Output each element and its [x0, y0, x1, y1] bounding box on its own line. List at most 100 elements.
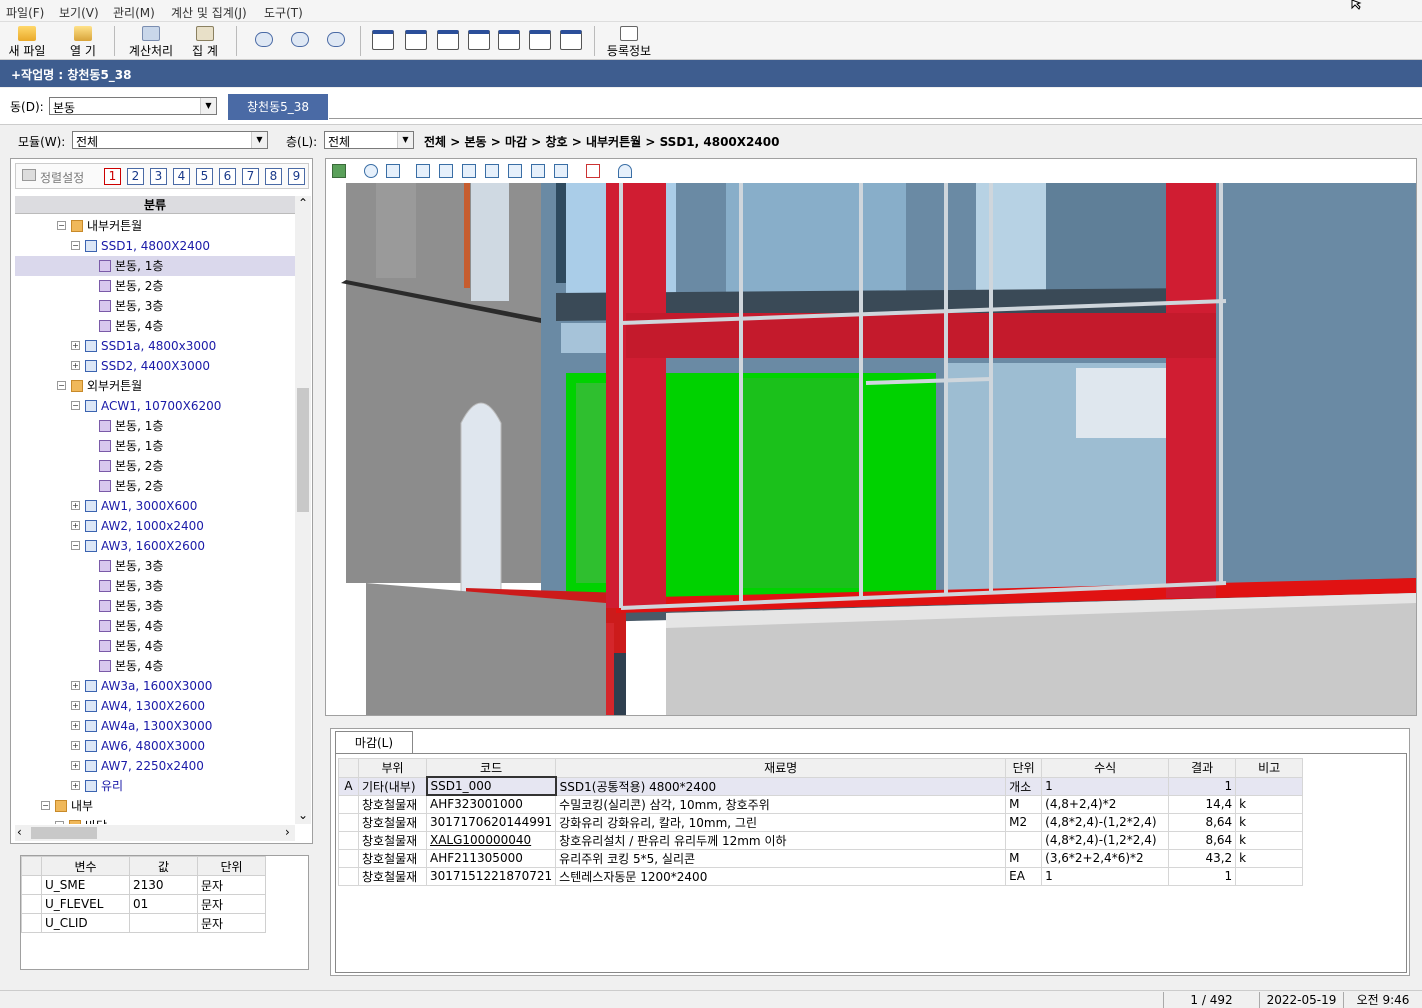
- material-result[interactable]: 43,2: [1168, 848, 1237, 868]
- tree-item[interactable]: 본동, 4층: [15, 636, 295, 656]
- material-code[interactable]: AHF323001000: [425, 794, 557, 814]
- scroll-right-icon[interactable]: ›: [285, 825, 290, 839]
- material-name[interactable]: 유리주위 코킹 5*5, 실리콘: [555, 848, 1007, 868]
- material-unit[interactable]: EA: [1005, 866, 1043, 886]
- chevron-down-icon[interactable]: ▼: [397, 132, 413, 148]
- collapse-icon[interactable]: −: [71, 541, 80, 550]
- model-viewer[interactable]: [325, 158, 1417, 716]
- sort-level-6-button[interactable]: 6: [219, 168, 236, 185]
- material-result[interactable]: 8,64: [1168, 812, 1237, 832]
- expand-icon[interactable]: +: [71, 681, 80, 690]
- reg-info-button[interactable]: 등록정보: [602, 24, 656, 58]
- material-unit[interactable]: [1005, 830, 1043, 850]
- tree-item[interactable]: + AW6, 4800X3000: [15, 736, 295, 756]
- scroll-left-icon[interactable]: ‹: [17, 825, 22, 839]
- tree-item[interactable]: 본동, 2층: [15, 456, 295, 476]
- expand-icon[interactable]: +: [71, 741, 80, 750]
- collapse-icon[interactable]: −: [57, 221, 66, 230]
- tree-vscrollbar[interactable]: ⌃ ⌄: [295, 196, 311, 824]
- expand-icon[interactable]: +: [71, 341, 80, 350]
- material-result[interactable]: 1: [1168, 776, 1237, 796]
- variable-value[interactable]: [129, 913, 198, 933]
- pan-icon[interactable]: [386, 164, 400, 178]
- material-formula[interactable]: 1: [1041, 776, 1170, 796]
- collapse-icon[interactable]: −: [57, 381, 66, 390]
- material-mark[interactable]: A: [338, 776, 359, 796]
- material-part[interactable]: 창호철물재: [358, 812, 427, 832]
- tree-item[interactable]: − 외부커튼월: [15, 376, 295, 396]
- variable-row[interactable]: U_CLID 문자: [21, 913, 266, 933]
- sort-level-7-button[interactable]: 7: [242, 168, 259, 185]
- tree-item[interactable]: − AW3, 1600X2600: [15, 536, 295, 556]
- new-file-button[interactable]: 새 파일: [6, 24, 48, 58]
- material-name[interactable]: 수밀코킹(실리콘) 삼각, 10mm, 창호주위: [555, 794, 1007, 814]
- view-button-7[interactable]: [558, 24, 584, 58]
- material-row[interactable]: A 기타(내부) SSD1_000 SSD1(공통적용) 4800*2400 개소 1 1: [338, 776, 1304, 796]
- sort-level-8-button[interactable]: 8: [265, 168, 282, 185]
- variable-row[interactable]: U_SME 2130 문자: [21, 875, 266, 895]
- tree-item[interactable]: 본동, 3층: [15, 556, 295, 576]
- view-button-3[interactable]: [435, 24, 461, 58]
- material-part[interactable]: 창호철물재: [358, 794, 427, 814]
- expand-icon[interactable]: +: [71, 761, 80, 770]
- open-button[interactable]: 열 기: [62, 24, 104, 58]
- menu-view[interactable]: 보기(V): [59, 4, 99, 21]
- tree-item[interactable]: − 바닥: [15, 816, 295, 824]
- material-result[interactable]: 14,4: [1168, 794, 1237, 814]
- select-tool-icon[interactable]: [332, 164, 346, 178]
- sort-level-3-button[interactable]: 3: [150, 168, 167, 185]
- menu-file[interactable]: 파일(F): [6, 4, 44, 21]
- material-unit[interactable]: 개소: [1005, 776, 1043, 796]
- tree-item[interactable]: − ACW1, 10700X6200: [15, 396, 295, 416]
- tree-item[interactable]: 본동, 2층: [15, 276, 295, 296]
- variable-unit[interactable]: 문자: [197, 875, 266, 895]
- expand-icon[interactable]: +: [71, 721, 80, 730]
- expand-icon[interactable]: +: [71, 361, 80, 370]
- expand-icon[interactable]: +: [71, 701, 80, 710]
- tree-item[interactable]: − 내부: [15, 796, 295, 816]
- material-result[interactable]: 8,64: [1168, 830, 1237, 850]
- tree-item[interactable]: 본동, 1층: [15, 436, 295, 456]
- tree-item[interactable]: 본동, 3층: [15, 576, 295, 596]
- collapse-icon[interactable]: −: [41, 801, 50, 810]
- material-unit[interactable]: M: [1005, 794, 1043, 814]
- tab-finish[interactable]: 마감(L): [335, 731, 413, 753]
- material-row[interactable]: 창호철물재 AHF211305000 유리주위 코킹 5*5, 실리콘 M (3,6*2…: [338, 848, 1304, 868]
- variable-unit[interactable]: 문자: [197, 913, 266, 933]
- variable-name[interactable]: U_SME: [41, 875, 130, 895]
- cube-left-icon[interactable]: [462, 164, 476, 178]
- tree-item[interactable]: 본동, 3층: [15, 596, 295, 616]
- sort-level-5-button[interactable]: 5: [196, 168, 213, 185]
- cube-top-icon[interactable]: [508, 164, 522, 178]
- material-note[interactable]: [1235, 776, 1304, 796]
- variable-name[interactable]: U_CLID: [41, 913, 130, 933]
- floor-select[interactable]: 전체 ▼: [324, 131, 414, 149]
- material-part[interactable]: 기타(내부): [358, 776, 427, 796]
- zoom-button[interactable]: [252, 24, 276, 58]
- material-mark[interactable]: [338, 830, 359, 850]
- tree-item[interactable]: 본동, 4층: [15, 316, 295, 336]
- module-select[interactable]: 전체 ▼: [72, 131, 268, 149]
- scroll-down-icon[interactable]: ⌄: [298, 808, 308, 822]
- view-button-4[interactable]: [466, 24, 492, 58]
- material-part[interactable]: 창호철물재: [358, 866, 427, 886]
- dong-select[interactable]: 본동 ▼: [49, 97, 217, 115]
- view-button-1[interactable]: [370, 24, 396, 58]
- expand-icon[interactable]: +: [71, 501, 80, 510]
- list-icon[interactable]: [586, 164, 600, 178]
- scroll-up-icon[interactable]: ⌃: [298, 196, 308, 210]
- menu-calc[interactable]: 계산 및 집계(J): [171, 4, 247, 21]
- material-row[interactable]: 창호철물재 3017151221870721 스텐레스자동문 1200*2400 EA…: [338, 866, 1304, 886]
- scroll-thumb[interactable]: [297, 388, 309, 512]
- variable-value[interactable]: 01: [129, 894, 198, 914]
- material-formula[interactable]: (4,8+2,4)*2: [1041, 794, 1170, 814]
- material-note[interactable]: k: [1235, 848, 1304, 868]
- material-name[interactable]: 강화유리 강화유리, 칼라, 10mm, 그린: [555, 812, 1007, 832]
- cube-front-icon[interactable]: [416, 164, 430, 178]
- view-button-6[interactable]: [527, 24, 553, 58]
- material-note[interactable]: k: [1235, 794, 1304, 814]
- collapse-icon[interactable]: −: [71, 241, 80, 250]
- material-code[interactable]: XALG100000040: [425, 830, 557, 850]
- zoom-window-button[interactable]: [288, 24, 312, 58]
- tree-item[interactable]: + AW1, 3000X600: [15, 496, 295, 516]
